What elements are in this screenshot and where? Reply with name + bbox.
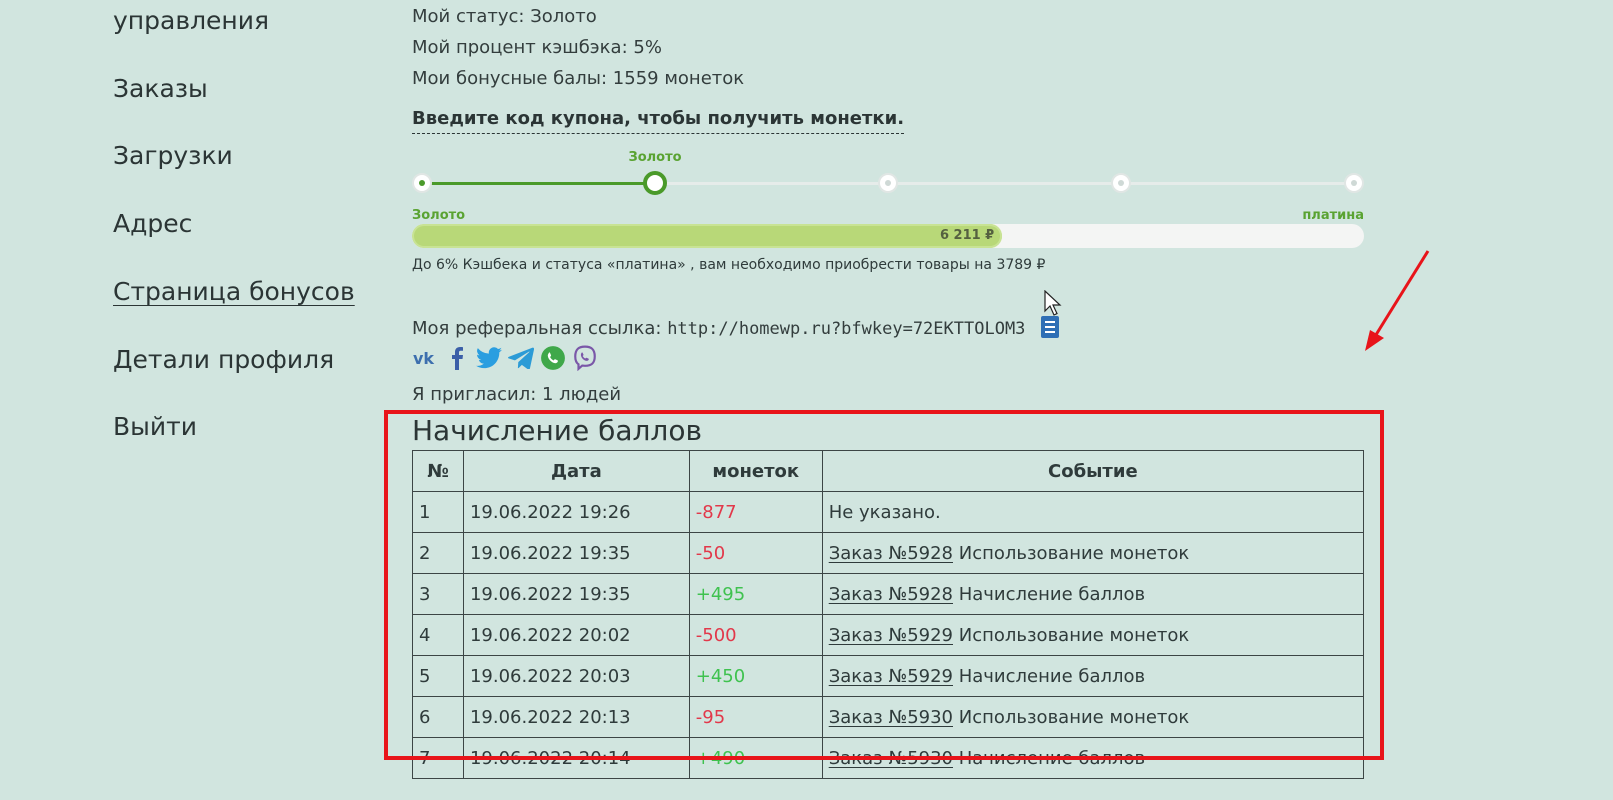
- row-date: 19.06.2022 20:13: [462, 696, 690, 738]
- status-line: Мой статус: Золото: [412, 6, 597, 27]
- row-date: 19.06.2022 19:26: [462, 491, 690, 533]
- table-header-row: № Дата монеток Событие: [412, 450, 1365, 492]
- row-event: Заказ №5930 Начисление баллов: [821, 737, 1365, 779]
- sidebar-item-address[interactable]: Адрес: [113, 209, 192, 238]
- order-link[interactable]: Заказ №5929: [829, 625, 953, 646]
- level-step-dot: [412, 173, 432, 193]
- row-number: 1: [412, 491, 464, 533]
- facebook-icon[interactable]: [444, 345, 470, 371]
- row-number: 4: [412, 614, 464, 656]
- level-step-dot: [1344, 173, 1364, 193]
- table-row: 3 19.06.2022 19:35 +495 Заказ №5928 Начи…: [412, 573, 1365, 615]
- row-date: 19.06.2022 19:35: [462, 573, 690, 615]
- row-event: Не указано.: [821, 491, 1365, 533]
- level-step-dot: [878, 173, 898, 193]
- row-number: 2: [412, 532, 464, 574]
- row-amount: +450: [688, 655, 823, 697]
- row-amount: +490: [688, 737, 823, 779]
- level-track-fill: [422, 182, 655, 185]
- progress-bar: 6 211 ₽: [412, 224, 1364, 248]
- row-amount: -50: [688, 532, 823, 574]
- referral-url[interactable]: http://homewp.ru?bfwkey=72EKTTOLOM3: [667, 319, 1025, 339]
- table-row: 5 19.06.2022 20:03 +450 Заказ №5929 Начи…: [412, 655, 1365, 697]
- column-header-number: №: [412, 450, 464, 492]
- points-history-title: Начисление баллов: [412, 414, 702, 447]
- row-event-text: Начисление баллов: [958, 747, 1146, 769]
- progress-left-label: Золото: [412, 208, 466, 223]
- row-event-text: Не указано.: [828, 501, 941, 523]
- sidebar-item-orders[interactable]: Заказы: [113, 74, 208, 103]
- table-row: 1 19.06.2022 19:26 -877 Не указано.: [412, 491, 1365, 533]
- bonus-balance-line: Мои бонусные балы: 1559 монеток: [412, 68, 745, 89]
- copy-icon[interactable]: [1041, 316, 1060, 338]
- table-row: 7 19.06.2022 20:14 +490 Заказ №5930 Начи…: [412, 737, 1365, 779]
- twitter-icon[interactable]: [476, 345, 502, 371]
- progress-value: 6 211 ₽: [939, 228, 995, 243]
- column-header-event: Событие: [821, 450, 1365, 492]
- whatsapp-icon[interactable]: [540, 345, 566, 371]
- row-number: 6: [412, 696, 464, 738]
- row-event: Заказ №5929 Использование монеток: [821, 614, 1365, 656]
- order-link[interactable]: Заказ №5928: [829, 543, 953, 564]
- row-number: 7: [412, 737, 464, 779]
- mouse-cursor-icon: [1044, 290, 1062, 316]
- viber-icon[interactable]: [572, 345, 598, 371]
- row-event-text: Использование монеток: [958, 706, 1190, 728]
- row-event-text: Начисление баллов: [958, 583, 1146, 605]
- table-row: 4 19.06.2022 20:02 -500 Заказ №5929 Испо…: [412, 614, 1365, 656]
- row-amount: -95: [688, 696, 823, 738]
- level-step-dot: [643, 171, 667, 195]
- current-level-label: Золото: [628, 150, 682, 165]
- sidebar-item-downloads[interactable]: Загрузки: [113, 141, 233, 170]
- row-number: 3: [412, 573, 464, 615]
- referral-label: Моя реферальная ссылка:: [412, 318, 662, 339]
- row-amount: -877: [688, 491, 823, 533]
- row-date: 19.06.2022 20:14: [462, 737, 690, 779]
- row-date: 19.06.2022 19:35: [462, 532, 690, 574]
- sidebar-item-dashboard[interactable]: управления: [113, 6, 269, 35]
- vk-icon[interactable]: vk: [412, 345, 438, 371]
- column-header-amount: монеток: [688, 450, 823, 492]
- row-amount: +495: [688, 573, 823, 615]
- table-row: 2 19.06.2022 19:35 -50 Заказ №5928 Испол…: [412, 532, 1365, 574]
- row-event: Заказ №5930 Использование монеток: [821, 696, 1365, 738]
- row-amount: -500: [688, 614, 823, 656]
- social-share: vk: [412, 345, 598, 373]
- order-link[interactable]: Заказ №5929: [829, 666, 953, 687]
- sidebar-item-profile-details[interactable]: Детали профиля: [113, 345, 334, 374]
- progress-labels: Золото платина: [412, 208, 1364, 223]
- progress-right-label: платина: [1302, 208, 1364, 223]
- row-event: Заказ №5928 Начисление баллов: [821, 573, 1365, 615]
- sidebar-item-logout[interactable]: Выйти: [113, 412, 197, 441]
- coupon-code-link[interactable]: Введите код купона, чтобы получить монет…: [412, 108, 905, 134]
- telegram-icon[interactable]: [508, 345, 534, 371]
- row-date: 19.06.2022 20:02: [462, 614, 690, 656]
- level-steps: Золото: [412, 148, 1364, 198]
- annotation-arrow-icon: [1365, 250, 1430, 351]
- row-event: Заказ №5929 Начисление баллов: [821, 655, 1365, 697]
- next-level-hint: До 6% Кэшбека и статуса «платина» , вам …: [412, 257, 1046, 273]
- row-event-text: Использование монеток: [958, 542, 1190, 564]
- cashback-line: Мой процент кэшбэка: 5%: [412, 37, 662, 58]
- points-history-table: № Дата монеток Событие 1 19.06.2022 19:2…: [412, 450, 1365, 779]
- row-event-text: Начисление баллов: [958, 665, 1146, 687]
- invited-count: Я пригласил: 1 людей: [412, 384, 622, 405]
- referral-line: Моя реферальная ссылка: http://homewp.ru…: [412, 316, 1060, 340]
- order-link[interactable]: Заказ №5930: [829, 748, 953, 769]
- sidebar-item-bonus-page[interactable]: Страница бонусов: [113, 277, 355, 306]
- column-header-date: Дата: [462, 450, 690, 492]
- row-number: 5: [412, 655, 464, 697]
- row-event: Заказ №5928 Использование монеток: [821, 532, 1365, 574]
- progress-bar-fill: 6 211 ₽: [412, 224, 1003, 248]
- order-link[interactable]: Заказ №5930: [829, 707, 953, 728]
- svg-text:vk: vk: [413, 350, 434, 366]
- level-step-dot: [1111, 173, 1131, 193]
- order-link[interactable]: Заказ №5928: [829, 584, 953, 605]
- row-date: 19.06.2022 20:03: [462, 655, 690, 697]
- row-event-text: Использование монеток: [958, 624, 1190, 646]
- table-row: 6 19.06.2022 20:13 -95 Заказ №5930 Испол…: [412, 696, 1365, 738]
